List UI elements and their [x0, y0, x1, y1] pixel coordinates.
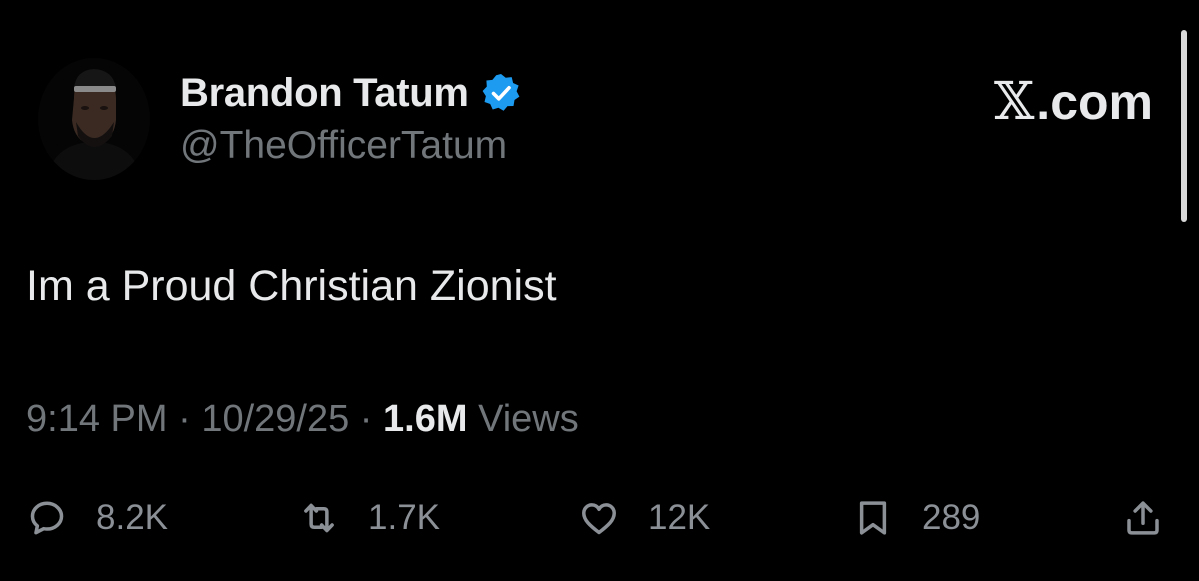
verified-badge-icon[interactable]: [481, 73, 521, 113]
reply-count: 8.2K: [96, 498, 168, 537]
reply-icon: [30, 501, 64, 535]
bookmark-count: 289: [922, 498, 981, 537]
display-name[interactable]: Brandon Tatum: [180, 71, 469, 116]
share-button[interactable]: [1122, 488, 1164, 548]
bookmark-button[interactable]: 289: [852, 488, 980, 548]
share-icon: [1127, 501, 1159, 535]
repost-button[interactable]: 1.7K: [298, 488, 440, 548]
meta-separator: ·: [359, 398, 373, 440]
views-count[interactable]: 1.6M: [383, 398, 467, 440]
repost-count: 1.7K: [368, 498, 440, 537]
x-logo-mark: 𝕏: [993, 72, 1035, 132]
x-logo-text: .com: [1036, 74, 1153, 130]
avatar[interactable]: [38, 58, 150, 180]
like-count: 12K: [648, 498, 711, 537]
tweet-text: Im a Proud Christian Zionist: [26, 262, 557, 310]
x-logo: 𝕏 .com: [994, 72, 1153, 132]
scrollbar[interactable]: [1181, 30, 1187, 222]
author-handle[interactable]: @TheOfficerTatum: [180, 124, 507, 168]
meta-separator: ·: [178, 398, 191, 440]
bookmark-icon: [859, 501, 887, 535]
repost-icon: [304, 503, 334, 533]
avatar-portrait-icon: [38, 58, 150, 180]
tweet-meta: 9:14 PM · 10/29/25 · 1.6M Views: [26, 398, 579, 441]
like-button[interactable]: 12K: [578, 488, 710, 548]
tweet-time[interactable]: 9:14 PM: [26, 398, 168, 440]
action-bar: 8.2K 1.7K 12K 289: [0, 488, 1199, 548]
tweet-date[interactable]: 10/29/25: [201, 398, 349, 440]
reply-button[interactable]: 8.2K: [26, 488, 168, 548]
heart-icon: [582, 503, 616, 535]
views-label: Views: [478, 398, 579, 440]
author-name-row: Brandon Tatum: [180, 70, 521, 116]
